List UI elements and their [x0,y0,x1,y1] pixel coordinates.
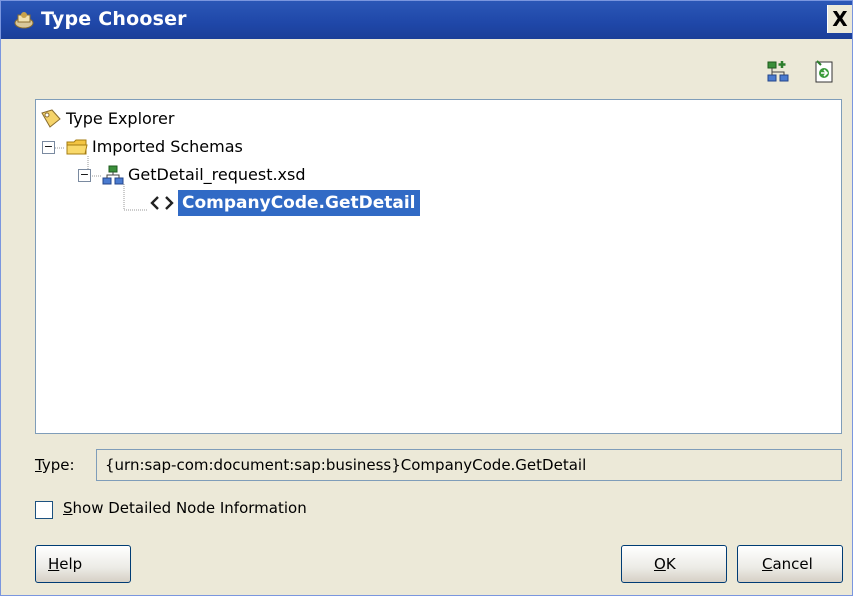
type-field[interactable]: {urn:sap-com:document:sap:business}Compa… [96,449,842,481]
title-bar[interactable]: Type Chooser X [1,1,852,39]
element-icon [150,196,174,210]
help-button[interactable]: Help [35,545,131,583]
collapse-toggle[interactable]: − [42,141,55,154]
close-button[interactable]: X [827,5,852,33]
tree-node-label-selected: CompanyCode.GetDetail [178,190,420,216]
dialog-title: Type Chooser [41,8,187,30]
cancel-button[interactable]: Cancel [737,545,843,583]
show-detailed-node-info-checkbox[interactable] [35,501,53,519]
import-icon[interactable] [811,59,837,85]
type-explorer-icon [41,109,61,128]
tree-node-label: Type Explorer [66,109,175,128]
schema-icon [102,165,124,185]
tree-node-label: Imported Schemas [92,137,243,156]
tree-node-type-explorer[interactable]: Type Explorer [40,106,340,132]
checkbox-label[interactable]: Show Detailed Node Information [63,499,307,517]
schema-add-icon[interactable] [765,59,791,85]
type-chooser-dialog: Type Chooser X Type Explorer − Imported … [0,0,853,596]
ok-button[interactable]: OK [621,545,727,583]
type-field-label: Type: [35,456,75,474]
tree-node-imported-schemas[interactable]: − Imported Schemas [40,134,340,160]
folder-icon [66,139,88,155]
tree-node-element[interactable]: CompanyCode.GetDetail [150,190,470,216]
type-tree[interactable]: Type Explorer − Imported Schemas − GetDe… [35,99,842,434]
collapse-toggle[interactable]: − [78,169,91,182]
type-chooser-icon [14,12,34,29]
tree-node-label: GetDetail_request.xsd [128,165,306,184]
tree-node-schema-file[interactable]: − GetDetail_request.xsd [76,162,396,188]
